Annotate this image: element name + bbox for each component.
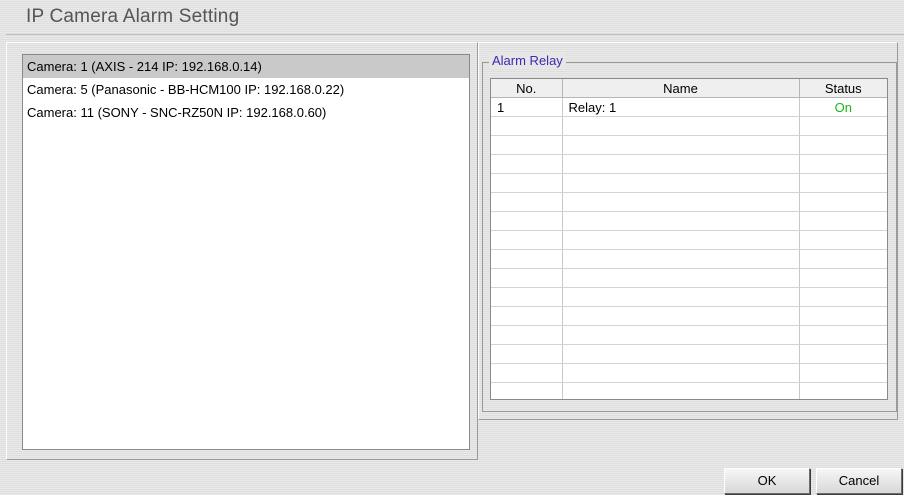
empty-cell bbox=[562, 325, 800, 345]
empty-table-row bbox=[491, 154, 887, 174]
empty-cell bbox=[491, 306, 563, 326]
empty-table-row bbox=[491, 287, 887, 307]
empty-cell bbox=[491, 173, 563, 193]
empty-cell bbox=[799, 382, 887, 399]
empty-cell bbox=[562, 116, 800, 136]
empty-cell bbox=[562, 306, 800, 326]
empty-cell bbox=[491, 230, 563, 250]
empty-cell bbox=[491, 249, 563, 269]
column-header-name[interactable]: Name bbox=[562, 79, 800, 98]
empty-cell bbox=[491, 211, 563, 231]
empty-table-row bbox=[491, 173, 887, 193]
empty-cell bbox=[562, 268, 800, 288]
empty-cell bbox=[562, 192, 800, 212]
empty-cell bbox=[562, 154, 800, 174]
empty-table-row bbox=[491, 211, 887, 231]
empty-cell bbox=[491, 192, 563, 212]
empty-table-row bbox=[491, 249, 887, 269]
empty-cell bbox=[799, 135, 887, 155]
empty-cell bbox=[491, 135, 563, 155]
empty-table-row bbox=[491, 344, 887, 364]
empty-cell bbox=[491, 325, 563, 345]
empty-cell bbox=[799, 249, 887, 269]
table-header-row: No. Name Status bbox=[491, 79, 887, 98]
empty-cell bbox=[491, 344, 563, 364]
column-header-status[interactable]: Status bbox=[799, 79, 887, 98]
empty-cell bbox=[799, 306, 887, 326]
empty-cell bbox=[562, 344, 800, 364]
empty-table-row bbox=[491, 268, 887, 288]
relay-status-cell[interactable]: On bbox=[799, 97, 887, 117]
title-divider bbox=[6, 34, 904, 35]
table-row[interactable]: 1 Relay: 1 On bbox=[491, 97, 887, 117]
empty-cell bbox=[799, 325, 887, 345]
empty-cell bbox=[799, 230, 887, 250]
ok-button[interactable]: OK bbox=[724, 468, 810, 494]
empty-cell bbox=[562, 249, 800, 269]
empty-cell bbox=[562, 363, 800, 383]
empty-cell bbox=[799, 211, 887, 231]
empty-table-row bbox=[491, 306, 887, 326]
empty-cell bbox=[562, 135, 800, 155]
camera-list-item[interactable]: Camera: 11 (SONY - SNC-RZ50N IP: 192.168… bbox=[23, 101, 469, 124]
empty-cell bbox=[562, 211, 800, 231]
relay-name-cell: Relay: 1 bbox=[562, 97, 800, 117]
empty-table-row bbox=[491, 116, 887, 136]
empty-cell bbox=[799, 154, 887, 174]
empty-cell bbox=[799, 344, 887, 364]
empty-cell bbox=[491, 268, 563, 288]
camera-list[interactable]: Camera: 1 (AXIS - 214 IP: 192.168.0.14) … bbox=[22, 54, 470, 450]
alarm-relay-table[interactable]: No. Name Status 1 Relay: 1 On bbox=[490, 78, 888, 400]
alarm-relay-group-label: Alarm Relay bbox=[489, 53, 566, 68]
empty-cell bbox=[799, 192, 887, 212]
empty-cell bbox=[491, 382, 563, 399]
cancel-button[interactable]: Cancel bbox=[816, 468, 902, 494]
empty-cell bbox=[562, 287, 800, 307]
window-title: IP Camera Alarm Setting bbox=[26, 6, 240, 27]
empty-cell bbox=[799, 268, 887, 288]
empty-cell bbox=[562, 382, 800, 399]
empty-cell bbox=[799, 173, 887, 193]
empty-cell bbox=[491, 116, 563, 136]
empty-cell bbox=[491, 363, 563, 383]
empty-table-row bbox=[491, 325, 887, 345]
empty-cell bbox=[491, 154, 563, 174]
empty-cell bbox=[562, 173, 800, 193]
empty-cell bbox=[799, 287, 887, 307]
camera-list-item[interactable]: Camera: 5 (Panasonic - BB-HCM100 IP: 192… bbox=[23, 78, 469, 101]
empty-table-row bbox=[491, 135, 887, 155]
column-header-no[interactable]: No. bbox=[491, 79, 563, 98]
empty-cell bbox=[491, 287, 563, 307]
empty-table-row bbox=[491, 192, 887, 212]
camera-list-item[interactable]: Camera: 1 (AXIS - 214 IP: 192.168.0.14) bbox=[23, 55, 469, 78]
empty-table-row bbox=[491, 382, 887, 399]
empty-table-row bbox=[491, 363, 887, 383]
empty-cell bbox=[562, 230, 800, 250]
empty-table-row bbox=[491, 230, 887, 250]
empty-cell bbox=[799, 116, 887, 136]
empty-cell bbox=[799, 363, 887, 383]
relay-no-cell: 1 bbox=[491, 97, 563, 117]
